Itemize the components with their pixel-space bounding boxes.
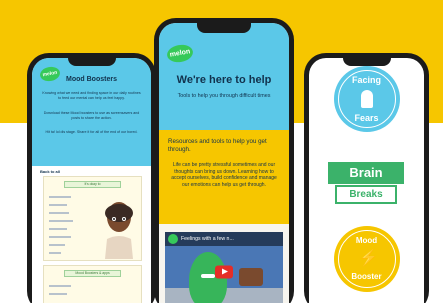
phone-notch [342, 53, 391, 66]
phone-here-to-help: melon We're here to help Tools to help y… [154, 18, 294, 303]
page-subtitle: Tools to help you through difficult time… [177, 93, 271, 99]
card-text-line [49, 220, 73, 222]
lightning-bolt-icon: ⚡ [358, 250, 379, 267]
card-header: It's okay to [64, 181, 121, 188]
badges-screen[interactable]: Facing Fears Brain Breaks Mood ⚡ Booster [309, 58, 424, 303]
character-illustration [105, 202, 133, 259]
resources-body: Life can be pretty stressful sometimes a… [171, 162, 277, 188]
video-section: Feelings with a few n... [159, 224, 289, 303]
phone-notch [67, 53, 116, 66]
card-text-line [49, 204, 67, 206]
breaks-label[interactable]: Breaks [335, 185, 397, 204]
page-title: We're here to help [176, 74, 272, 86]
card-text-line [49, 285, 71, 287]
card-text-line [49, 236, 71, 238]
badge-word-top: Mood [355, 236, 378, 245]
mood-boosters-screen[interactable]: melon Mood Boosters Knowing what we need… [32, 58, 151, 303]
video-player[interactable]: Feelings with a few n... [165, 232, 283, 303]
phone-badges: Facing Fears Brain Breaks Mood ⚡ Booster [304, 53, 429, 303]
mood-booster-card[interactable]: Mood Boosters & apps [43, 265, 142, 303]
card-text-line [49, 252, 61, 254]
channel-avatar [168, 234, 178, 244]
mood-boosters-header: melon Mood Boosters Knowing what we need… [32, 58, 151, 166]
resources-heading: Resources and tools to help you get thro… [168, 138, 267, 153]
mood-boosters-intro: Knowing what we need and finding space i… [42, 91, 141, 100]
facing-fears-badge[interactable]: Facing Fears [333, 66, 400, 132]
badge-word-bottom: Booster [351, 272, 382, 281]
mood-boosters-title: Mood Boosters [66, 76, 117, 83]
play-button-icon[interactable] [215, 265, 233, 279]
card-header: Mood Boosters & apps [64, 270, 121, 277]
brain-label[interactable]: Brain [328, 162, 404, 184]
phone-mood-boosters: melon Mood Boosters Knowing what we need… [27, 53, 156, 303]
badge-word-top: Facing [351, 75, 381, 85]
ghost-icon [360, 90, 373, 108]
card-text-line [49, 228, 67, 230]
mood-boosters-download-text: Download these Mood boosters to use as s… [43, 111, 140, 120]
mood-booster-badge[interactable]: Mood ⚡ Booster [333, 226, 400, 292]
mood-boosters-share-text: Hit ta! lol dis stage. Share it for all … [45, 130, 138, 134]
here-to-help-screen[interactable]: melon We're here to help Tools to help y… [159, 23, 289, 303]
here-to-help-header: melon We're here to help Tools to help y… [159, 23, 289, 130]
video-title: Feelings with a few n... [181, 236, 234, 242]
back-to-all-link[interactable]: Back to all [40, 169, 60, 174]
video-pot [239, 268, 263, 286]
mood-booster-card[interactable]: It's okay to [43, 176, 142, 261]
phone-notch [197, 18, 251, 33]
melon-logo[interactable]: melon [165, 42, 195, 65]
card-text-line [49, 244, 65, 246]
video-title-bar: Feelings with a few n... [165, 232, 283, 246]
card-text-line [49, 196, 71, 198]
card-text-line [49, 212, 69, 214]
badge-word-bottom: Fears [354, 113, 379, 123]
card-text-line [49, 293, 67, 295]
resources-section: Resources and tools to help you get thro… [159, 130, 289, 224]
